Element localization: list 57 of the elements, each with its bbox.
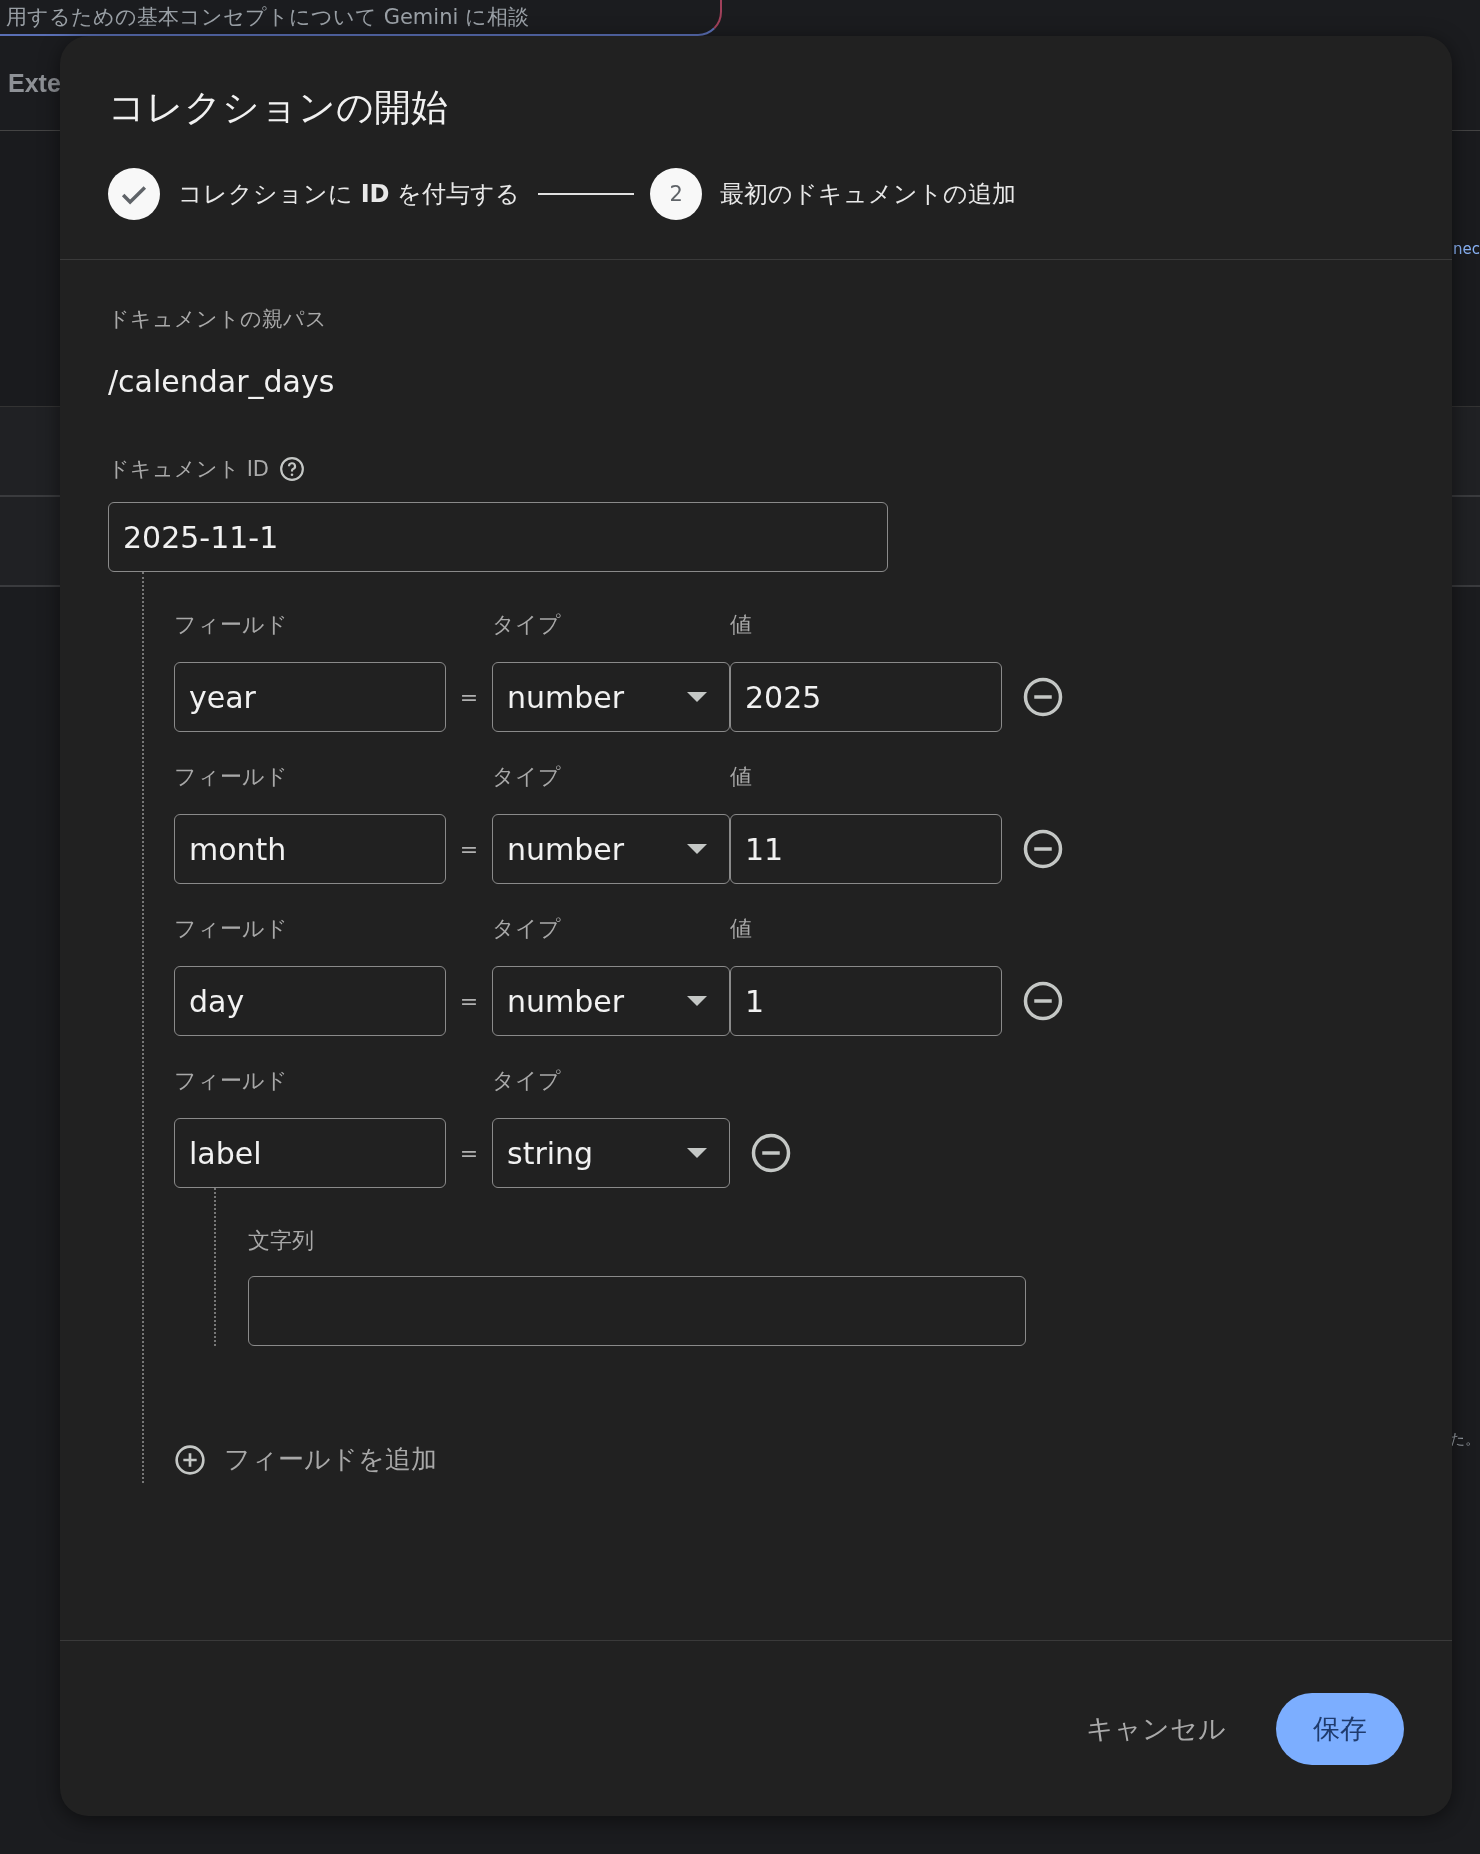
- field-label: タイプ: [492, 915, 562, 943]
- field-label: タイプ: [492, 763, 562, 791]
- parent-path: /calendar_days: [108, 363, 336, 401]
- help-icon: [279, 456, 306, 482]
- remove-icon: [750, 1132, 792, 1174]
- field-label: フィールド: [174, 1067, 289, 1095]
- dialog-title: コレクションの開始: [108, 85, 449, 131]
- field-label: ドキュメントの親パス: [108, 306, 328, 333]
- field-label: タイプ: [492, 1067, 562, 1095]
- equals-sign: =: [458, 988, 480, 1014]
- remove-field-button[interactable]: [1022, 980, 1064, 1022]
- field-label: フィールド: [174, 915, 289, 943]
- field-label: フィールド: [174, 611, 289, 639]
- field-label: タイプ: [492, 611, 562, 639]
- gemini-prompt-text[interactable]: 用するための基本コンセプトについて Gemini に相談: [0, 4, 529, 34]
- remove-field-button[interactable]: [750, 1132, 792, 1174]
- type-dropdown[interactable]: number: [492, 662, 730, 732]
- caret-icon: [687, 1148, 707, 1158]
- field-name-input[interactable]: label: [174, 1118, 446, 1188]
- field-label: 文字列: [248, 1227, 315, 1255]
- field-value-input[interactable]: 11: [730, 814, 1002, 884]
- type-dropdown[interactable]: number: [492, 814, 730, 884]
- field-label: 値: [730, 611, 753, 639]
- caret-icon: [687, 844, 707, 854]
- background-text: た。: [1450, 1430, 1480, 1449]
- type-dropdown[interactable]: number: [492, 966, 730, 1036]
- field-label: 値: [730, 763, 753, 791]
- remove-field-button[interactable]: [1022, 828, 1064, 870]
- field-label: 値: [730, 915, 753, 943]
- add-icon: [174, 1443, 206, 1476]
- field-label: フィールド: [174, 763, 289, 791]
- step-label: 最初のドキュメントの追加: [720, 179, 1017, 210]
- type-dropdown[interactable]: string: [492, 1118, 730, 1188]
- save-button[interactable]: 保存: [1276, 1692, 1404, 1765]
- caret-icon: [687, 692, 707, 702]
- background-text: nec: [1453, 240, 1480, 258]
- field-value-input[interactable]: 1: [730, 966, 1002, 1036]
- step-label: コレクションに ID を付与する: [178, 179, 521, 210]
- step-number: 2: [650, 168, 703, 220]
- equals-sign: =: [458, 684, 480, 710]
- string-value-input[interactable]: [248, 1276, 1026, 1346]
- remove-icon: [1022, 980, 1064, 1022]
- field-name-input[interactable]: day: [174, 966, 446, 1036]
- cancel-button[interactable]: キャンセル: [1080, 1702, 1232, 1755]
- equals-sign: =: [458, 1140, 480, 1166]
- field-value-input[interactable]: 2025: [730, 662, 1002, 732]
- document-id-input[interactable]: 2025-11-1: [108, 502, 888, 572]
- caret-icon: [687, 996, 707, 1006]
- remove-icon: [1022, 676, 1064, 718]
- field-name-input[interactable]: month: [174, 814, 446, 884]
- field-label: ドキュメント ID: [108, 456, 270, 483]
- remove-field-button[interactable]: [1022, 676, 1064, 718]
- field-name-input[interactable]: year: [174, 662, 446, 732]
- add-field-button[interactable]: フィールドを追加: [174, 1442, 437, 1477]
- remove-icon: [1022, 828, 1064, 870]
- tab-label[interactable]: Exte: [0, 68, 61, 98]
- equals-sign: =: [458, 836, 480, 862]
